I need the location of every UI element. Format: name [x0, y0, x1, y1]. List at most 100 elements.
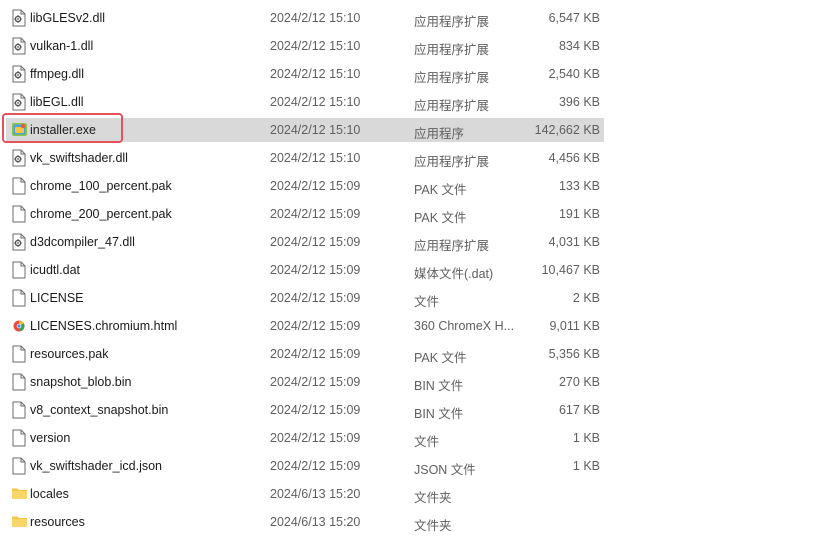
file-type: 应用程序扩展 [414, 239, 490, 253]
file-name: ffmpeg.dll [30, 67, 84, 81]
dll-file-icon [11, 149, 27, 167]
file-size: 133 KB [558, 179, 600, 193]
file-type: 文件夹 [414, 491, 452, 505]
file-row[interactable]: vk_swiftshader.dll 2024/2/12 15:10 应用程序扩展 4… [6, 146, 604, 170]
file-size: 5,356 KB [548, 347, 600, 361]
blank-file-icon [11, 401, 27, 419]
file-type: 应用程序 [414, 127, 465, 141]
file-name: vulkan-1.dll [30, 39, 94, 53]
file-modified-date: 2024/2/12 15:09 [270, 347, 361, 361]
dll-file-icon [11, 65, 27, 83]
file-size: 10,467 KB [541, 263, 600, 277]
file-type: 文件 [414, 295, 440, 309]
file-name: installer.exe [30, 123, 97, 137]
file-modified-date: 2024/2/12 15:09 [270, 235, 361, 249]
file-type: 应用程序扩展 [414, 15, 490, 29]
file-name: resources [30, 515, 85, 529]
dll-file-icon [11, 233, 27, 251]
file-modified-date: 2024/2/12 15:09 [270, 263, 361, 277]
file-size: 9,011 KB [549, 319, 600, 333]
file-name: chrome_200_percent.pak [30, 207, 172, 221]
blank-file-icon [11, 373, 27, 391]
file-type: 媒体文件(.dat) [414, 267, 494, 281]
file-modified-date: 2024/2/12 15:10 [270, 123, 361, 137]
file-modified-date: 2024/2/12 15:09 [270, 375, 361, 389]
html-file-icon [11, 317, 27, 335]
file-row[interactable]: installer.exe 2024/2/12 15:10 应用程序 142,662 … [6, 118, 604, 142]
file-modified-date: 2024/2/12 15:09 [270, 291, 361, 305]
file-type: PAK 文件 [414, 351, 467, 365]
file-row[interactable]: resources 2024/6/13 15:20 文件夹 [6, 510, 604, 534]
file-modified-date: 2024/2/12 15:09 [270, 403, 361, 417]
file-modified-date: 2024/6/13 15:20 [270, 515, 361, 529]
file-row[interactable]: vk_swiftshader_icd.json 2024/2/12 15:09 JS… [6, 454, 604, 478]
file-modified-date: 2024/2/12 15:10 [270, 67, 361, 81]
file-row[interactable]: ffmpeg.dll 2024/2/12 15:10 应用程序扩展 2,540 KB [6, 62, 604, 86]
file-size: 4,456 KB [548, 151, 600, 165]
file-type: 应用程序扩展 [414, 43, 490, 57]
file-modified-date: 2024/2/12 15:10 [270, 39, 361, 53]
file-row[interactable]: chrome_200_percent.pak 2024/2/12 15:09 PAK… [6, 202, 604, 226]
file-modified-date: 2024/2/12 15:09 [270, 179, 361, 193]
file-type: 应用程序扩展 [414, 71, 490, 85]
blank-file-icon [11, 205, 27, 223]
file-size: 4,031 KB [548, 235, 600, 249]
blank-file-icon [11, 177, 27, 195]
file-size: 1 KB [572, 459, 600, 473]
file-row[interactable]: libGLESv2.dll 2024/2/12 15:10 应用程序扩展 6,547 … [6, 6, 604, 30]
file-type: 360 ChromeX H... [414, 319, 515, 333]
file-type: PAK 文件 [414, 183, 467, 197]
file-size: 6,547 KB [548, 11, 600, 25]
blank-file-icon [11, 457, 27, 475]
file-name: version [30, 431, 71, 445]
file-modified-date: 2024/2/12 15:09 [270, 459, 361, 473]
file-name: vk_swiftshader_icd.json [30, 459, 163, 473]
file-size: 1 KB [572, 431, 600, 445]
file-row[interactable]: vulkan-1.dll 2024/2/12 15:10 应用程序扩展 834 KB [6, 34, 604, 58]
file-modified-date: 2024/2/12 15:10 [270, 151, 361, 165]
file-row[interactable]: resources.pak 2024/2/12 15:09 PAK 文件 5,356 … [6, 342, 604, 366]
file-row[interactable]: LICENSES.chromium.html 2024/2/12 15:09 360… [6, 314, 604, 338]
file-row[interactable]: LICENSE 2024/2/12 15:09 文件 2 KB [6, 286, 604, 310]
file-type: BIN 文件 [414, 407, 464, 421]
file-row[interactable]: libEGL.dll 2024/2/12 15:10 应用程序扩展 396 KB [6, 90, 604, 114]
file-row[interactable]: snapshot_blob.bin 2024/2/12 15:09 BIN 文件 27… [6, 370, 604, 394]
file-size: 834 KB [558, 39, 600, 53]
file-name: libGLESv2.dll [30, 11, 106, 25]
file-type: 文件夹 [414, 519, 452, 533]
file-name: LICENSES.chromium.html [30, 319, 178, 333]
file-list: libGLESv2.dll 2024/2/12 15:10 应用程序扩展 6,547 … [0, 0, 836, 545]
file-name: libEGL.dll [30, 95, 84, 109]
file-type: BIN 文件 [414, 379, 464, 393]
file-size: 270 KB [558, 375, 600, 389]
dll-file-icon [11, 93, 27, 111]
file-row[interactable]: icudtl.dat 2024/2/12 15:09 媒体文件(.dat) 10,46… [6, 258, 604, 282]
file-modified-date: 2024/2/12 15:10 [270, 95, 361, 109]
file-size: 2,540 KB [548, 67, 600, 81]
file-type: JSON 文件 [414, 463, 476, 477]
file-size: 142,662 KB [534, 123, 600, 137]
file-type: 应用程序扩展 [414, 155, 490, 169]
file-name: v8_context_snapshot.bin [30, 403, 169, 417]
file-name: chrome_100_percent.pak [30, 179, 172, 193]
file-size: 2 KB [572, 291, 600, 305]
file-row[interactable]: d3dcompiler_47.dll 2024/2/12 15:09 应用程序扩展 4… [6, 230, 604, 254]
file-modified-date: 2024/2/12 15:09 [270, 319, 361, 333]
file-name: icudtl.dat [30, 263, 81, 277]
folder-icon [11, 485, 27, 503]
blank-file-icon [11, 261, 27, 279]
file-name: LICENSE [30, 291, 84, 305]
file-modified-date: 2024/6/13 15:20 [270, 487, 361, 501]
file-row[interactable]: version 2024/2/12 15:09 文件 1 KB [6, 426, 604, 450]
file-modified-date: 2024/2/12 15:09 [270, 431, 361, 445]
file-name: vk_swiftshader.dll [30, 151, 128, 165]
blank-file-icon [11, 429, 27, 447]
file-row[interactable]: chrome_100_percent.pak 2024/2/12 15:09 PAK… [6, 174, 604, 198]
file-row[interactable]: v8_context_snapshot.bin 2024/2/12 15:09 BI… [6, 398, 604, 422]
blank-file-icon [11, 289, 27, 307]
file-row[interactable]: locales 2024/6/13 15:20 文件夹 [6, 482, 604, 506]
file-type: 应用程序扩展 [414, 99, 490, 113]
file-type: PAK 文件 [414, 211, 467, 225]
file-name: resources.pak [30, 347, 109, 361]
file-size: 617 KB [558, 403, 600, 417]
